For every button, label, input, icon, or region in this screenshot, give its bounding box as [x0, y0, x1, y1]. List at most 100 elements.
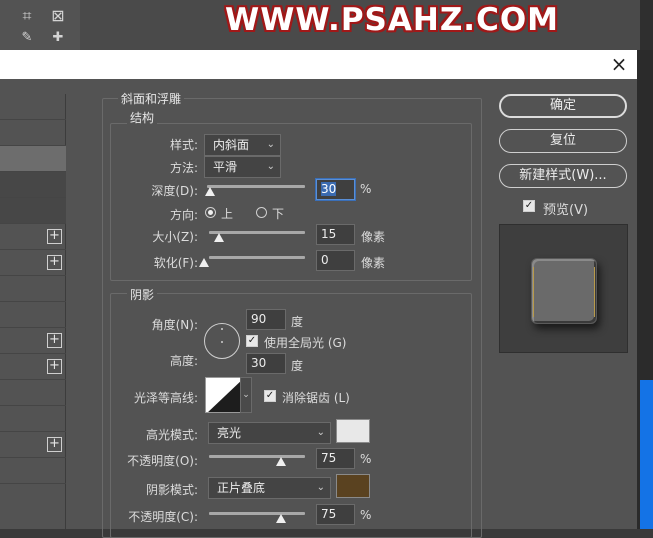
direction-label: 方向:: [169, 208, 198, 222]
highlight-opacity-label: 不透明度(O):: [127, 454, 198, 468]
tools-panel: ⌗ ⊠ ✎ ✚: [0, 0, 80, 50]
altitude-label: 高度:: [169, 354, 198, 368]
direction-down-label: 下: [272, 207, 285, 221]
reset-button[interactable]: 复位: [499, 129, 627, 153]
style-list-item[interactable]: [0, 276, 66, 302]
style-list-item[interactable]: [0, 380, 66, 406]
style-list-item[interactable]: [0, 302, 66, 328]
shadow-mode-label: 阴影模式:: [145, 483, 198, 497]
style-list-item[interactable]: +: [0, 354, 66, 380]
shadow-color-swatch[interactable]: [336, 474, 370, 498]
direction-up-radio[interactable]: [205, 207, 216, 218]
style-list-item[interactable]: +: [0, 432, 66, 458]
highlight-opacity-input[interactable]: 75: [316, 448, 355, 469]
add-icon[interactable]: +: [47, 333, 62, 348]
shadow-opacity-unit: %: [360, 508, 372, 522]
highlight-opacity-unit: %: [360, 452, 372, 466]
structure-title: 结构: [127, 109, 158, 126]
shadow-opacity-slider[interactable]: [209, 512, 305, 515]
depth-unit: %: [360, 182, 372, 196]
technique-select[interactable]: 平滑 ⌄: [204, 156, 281, 178]
angle-dial-center: [221, 341, 223, 343]
style-list-item[interactable]: [0, 458, 66, 484]
selection-highlight-strip: [640, 380, 653, 529]
bevel-group-title: 斜面和浮雕: [118, 90, 185, 107]
chevron-down-icon: ⌄: [266, 139, 275, 150]
close-icon[interactable]: ×: [607, 52, 631, 76]
preview-shape: [531, 258, 597, 324]
highlight-mode-value: 亮光: [217, 426, 242, 440]
crop-icon[interactable]: ⌗: [16, 6, 38, 26]
global-light-checkbox[interactable]: ✓: [246, 335, 258, 347]
depth-slider[interactable]: [207, 185, 305, 188]
style-list: + + + + +: [0, 94, 66, 529]
soften-input[interactable]: 0: [316, 250, 355, 271]
eyedropper-icon[interactable]: ✎: [16, 30, 38, 46]
shadow-opacity-slider-thumb[interactable]: [276, 514, 286, 523]
depth-label: 深度(D):: [151, 184, 198, 198]
shading-title: 阴影: [127, 286, 158, 303]
technique-select-value: 平滑: [213, 160, 238, 174]
shadow-mode-value: 正片叠底: [217, 481, 266, 495]
chevron-down-icon: ⌄: [266, 161, 275, 172]
soften-label: 软化(F):: [153, 256, 198, 270]
size-unit: 像素: [361, 230, 386, 244]
preview-thumbnail: [499, 224, 628, 353]
style-label: 样式:: [169, 138, 198, 152]
shadow-opacity-input[interactable]: 75: [316, 504, 355, 525]
add-icon[interactable]: +: [47, 359, 62, 374]
add-icon[interactable]: +: [47, 437, 62, 452]
dialog-titlebar: ×: [0, 50, 637, 79]
soften-slider[interactable]: [209, 256, 305, 259]
size-slider-thumb[interactable]: [213, 233, 224, 242]
depth-input[interactable]: 30: [316, 179, 355, 200]
new-style-button[interactable]: 新建样式(W)...: [499, 164, 627, 188]
style-list-item[interactable]: +: [0, 328, 66, 354]
highlight-opacity-slider-thumb[interactable]: [276, 457, 286, 466]
angle-dial[interactable]: [204, 323, 240, 359]
chevron-down-icon[interactable]: ⌄: [240, 377, 252, 413]
style-list-item[interactable]: [0, 406, 66, 432]
style-list-item-bevel-selected[interactable]: [0, 146, 66, 172]
panel-edge: [640, 0, 653, 50]
style-list-item[interactable]: +: [0, 250, 66, 276]
style-select[interactable]: 内斜面 ⌄: [204, 134, 281, 156]
soften-unit: 像素: [361, 256, 386, 270]
highlight-mode-select[interactable]: 亮光 ⌄: [208, 422, 331, 444]
altitude-unit: 度: [291, 359, 304, 373]
soften-slider-thumb[interactable]: [199, 258, 209, 267]
size-input[interactable]: 15: [316, 224, 355, 245]
highlight-mode-label: 高光模式:: [145, 428, 198, 442]
style-list-item[interactable]: +: [0, 224, 66, 250]
healing-brush-icon[interactable]: ✚: [47, 30, 69, 46]
shadow-opacity-label: 不透明度(C):: [128, 510, 198, 524]
add-icon[interactable]: +: [47, 229, 62, 244]
add-icon[interactable]: +: [47, 255, 62, 270]
angle-unit: 度: [291, 315, 304, 329]
angle-label: 角度(N):: [151, 318, 198, 332]
technique-label: 方法:: [169, 161, 198, 175]
gloss-contour-picker[interactable]: [205, 377, 243, 413]
size-label: 大小(Z):: [152, 230, 198, 244]
angle-input[interactable]: 90: [246, 309, 286, 330]
gloss-contour-label: 光泽等高线:: [133, 391, 198, 405]
depth-slider-thumb[interactable]: [204, 187, 215, 196]
highlight-opacity-slider[interactable]: [209, 455, 305, 458]
style-list-item-contour[interactable]: [0, 172, 66, 198]
direction-down-radio[interactable]: [256, 207, 267, 218]
style-list-item[interactable]: [0, 120, 66, 146]
anti-alias-checkbox[interactable]: ✓: [264, 390, 276, 402]
chevron-down-icon: ⌄: [316, 482, 325, 493]
layer-style-dialog: × + + + + + 斜面和浮雕 结构 样式: 内斜面 ⌄ 方法: 平滑 ⌄ …: [0, 50, 637, 538]
shadow-mode-select[interactable]: 正片叠底 ⌄: [208, 477, 331, 499]
watermark-text: WWW.PSAHZ.COM: [225, 2, 560, 38]
style-list-item[interactable]: [0, 94, 66, 120]
style-list-item-texture[interactable]: [0, 198, 66, 224]
ok-button[interactable]: 确定: [499, 94, 627, 118]
angle-dial-indicator: [221, 328, 223, 330]
contour-curve-icon: [206, 378, 242, 412]
frame-icon[interactable]: ⊠: [47, 6, 69, 26]
highlight-color-swatch[interactable]: [336, 419, 370, 443]
preview-checkbox[interactable]: ✓: [523, 200, 535, 212]
altitude-input[interactable]: 30: [246, 353, 286, 374]
